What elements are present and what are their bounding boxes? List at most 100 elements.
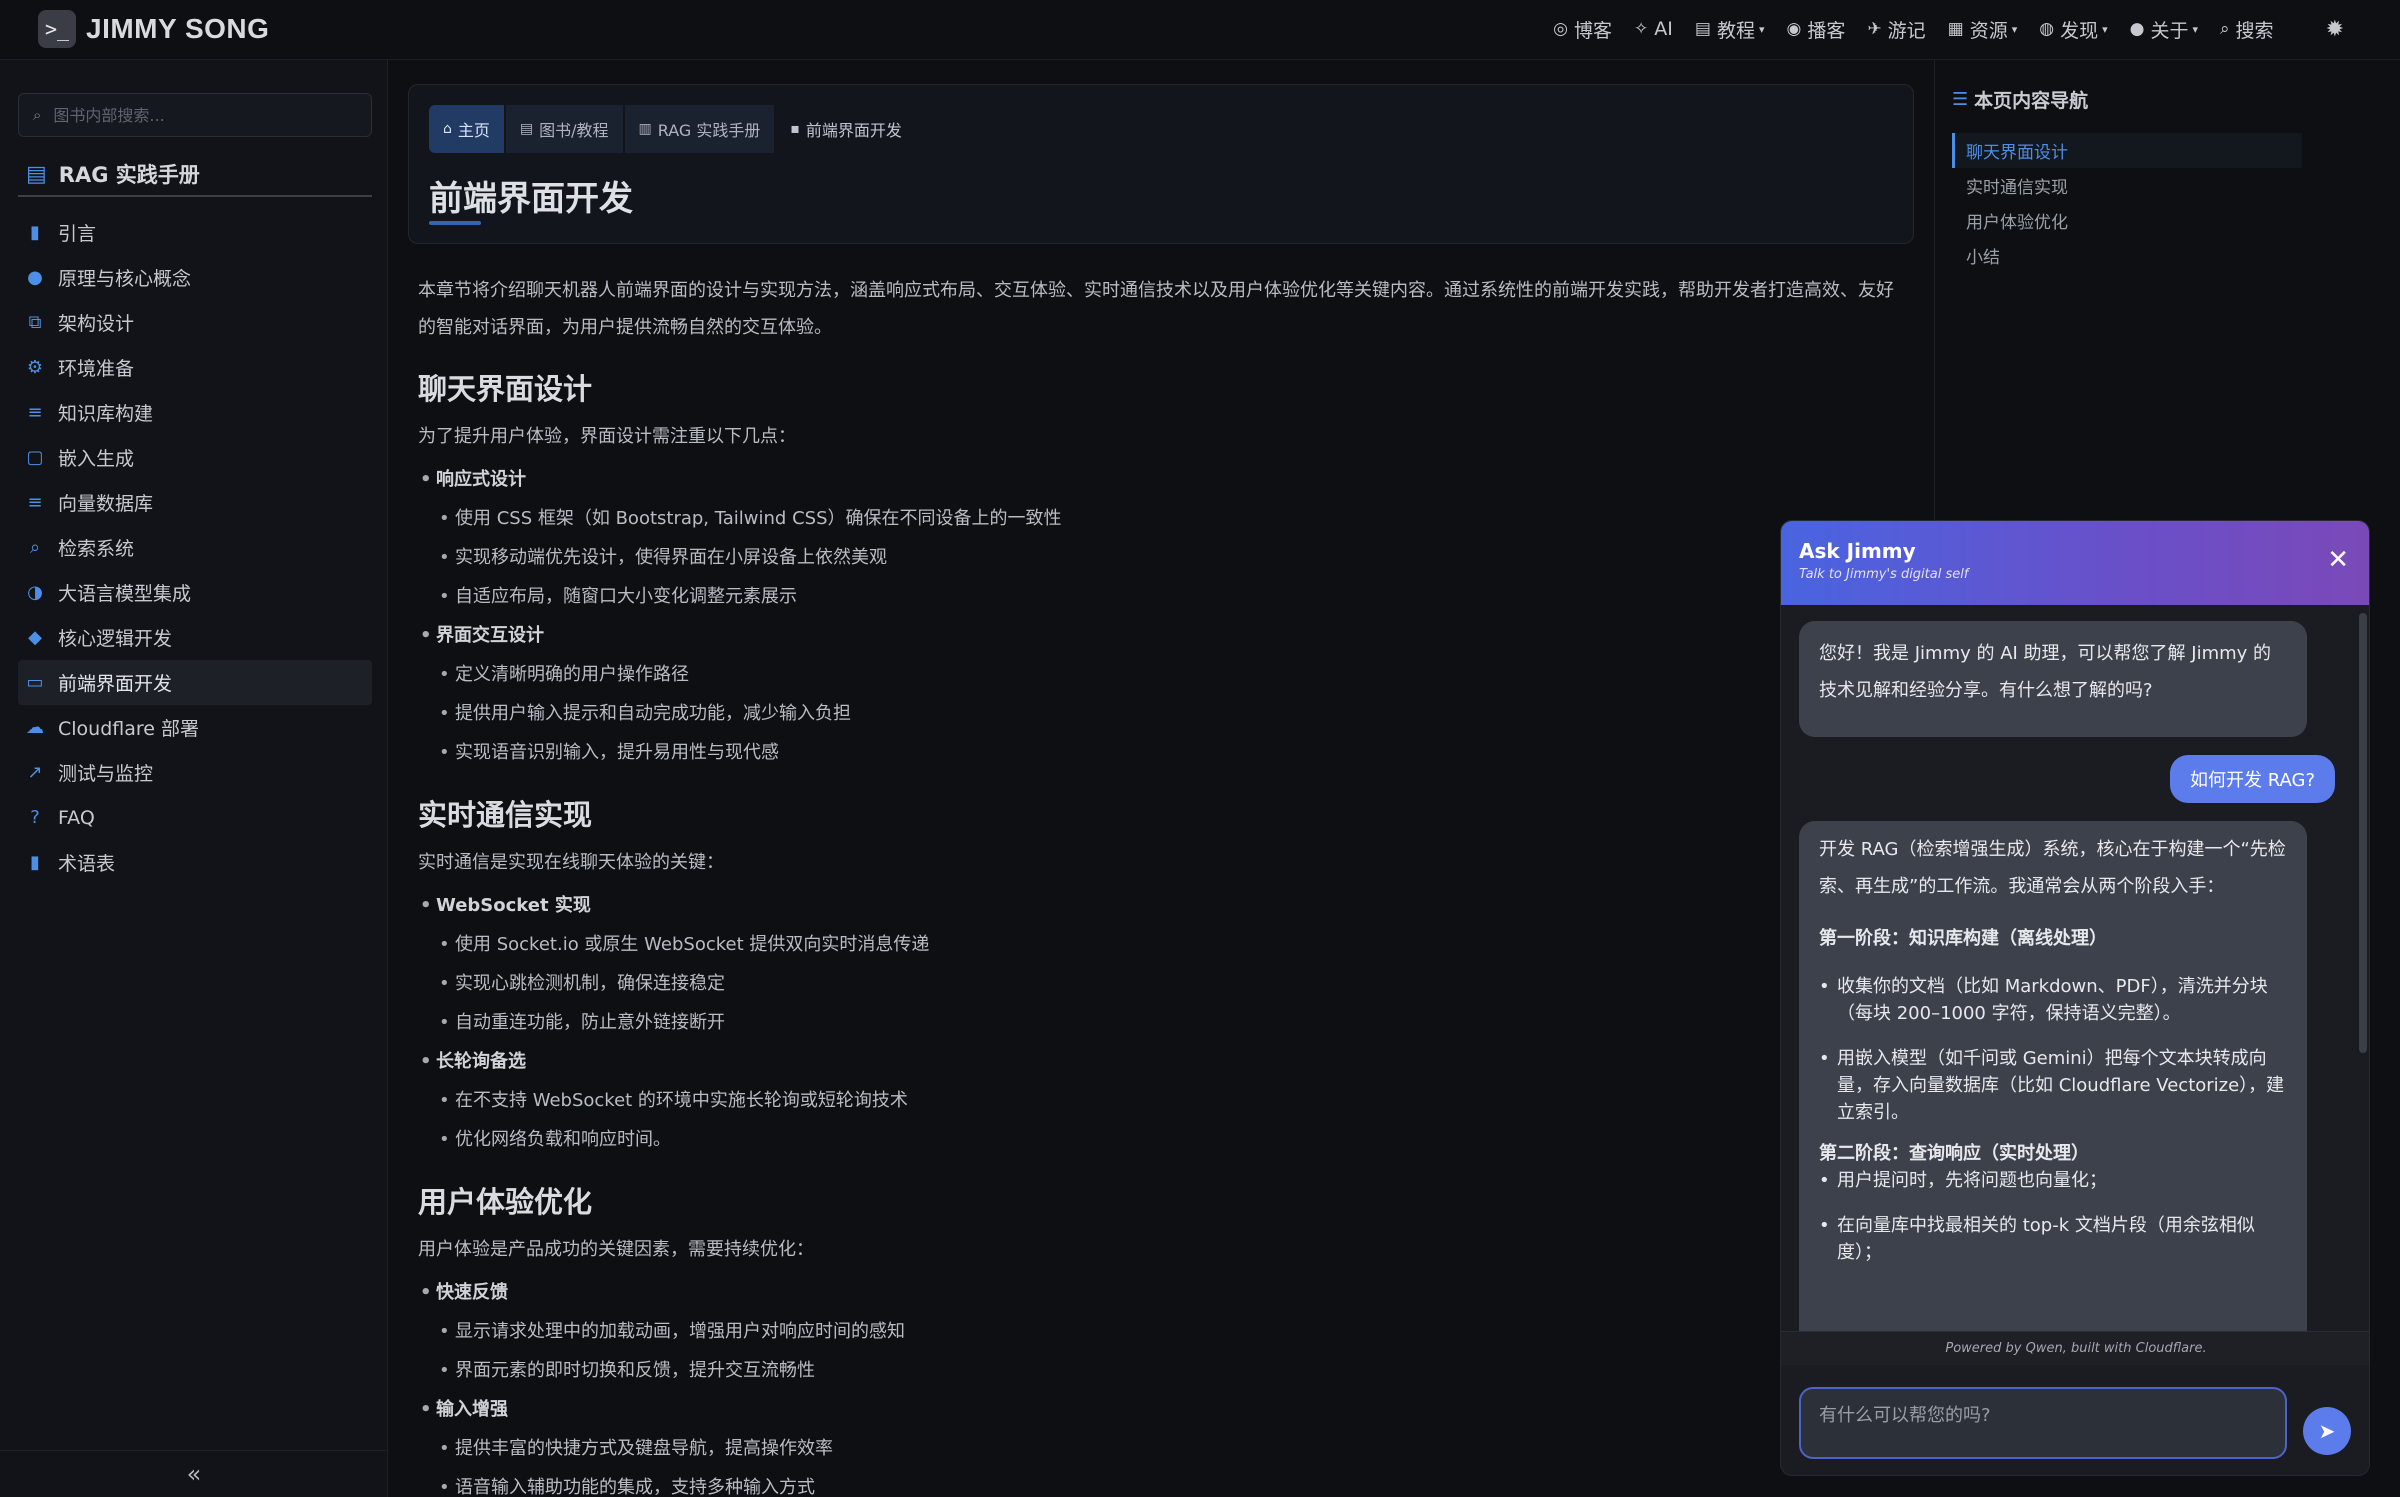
theme-toggle-icon[interactable]: ✹ [2326,17,2344,42]
book-search[interactable]: ⌕ [18,93,372,137]
sidebar-item-5[interactable]: ▢ 嵌入生成 [18,435,372,480]
page-title: 前端界面开发 [429,179,633,219]
bullet-item: 自动重连功能，防止意外链接断开 [418,1003,1908,1042]
chapter-icon: ▮ [30,852,40,873]
chapter-icon: ? [30,807,40,828]
sidebar-item-9[interactable]: ◆ 核心逻辑开发 [18,615,372,660]
chapter-icon: ◆ [28,627,42,648]
chapter-icon: ≡ [27,402,43,423]
book-search-input[interactable] [53,105,344,125]
sidebar-item-label: 大语言模型集成 [58,583,192,605]
site-brand[interactable]: >_ JIMMY SONG [38,10,269,48]
toc-item-3[interactable]: 小结 [1952,238,2302,273]
list-icon: ☰ [1952,89,1969,110]
sidebar-item-label: 测试与监控 [58,763,154,785]
book-title[interactable]: ▤ RAG 实践手册 [18,153,372,197]
sidebar-item-0[interactable]: ▮ 引言 [18,210,372,255]
breadcrumb-icon: ▥ [638,121,652,137]
page-toc: ☰ 本页内容导航 聊天界面设计 实时通信实现 用户体验优化 小结 [1952,86,2302,273]
plane-icon: ✈ [1867,19,1882,39]
breadcrumb-icon: ⌂ [443,121,452,137]
breadcrumb-item-0[interactable]: ⌂ 主页 [429,105,504,153]
chapter-icon: ☁ [26,717,44,738]
terminal-logo-icon: >_ [38,10,76,48]
rss-icon: ◎ [1553,19,1569,39]
sidebar-item-label: 嵌入生成 [58,448,135,470]
nav-label: 关于 [2150,19,2189,42]
sidebar-item-2[interactable]: ⧉ 架构设计 [18,300,372,345]
chapter-list: ▮ 引言 ● 原理与核心概念 ⧉ 架构设计 ⚙ 环境准备 ≡ 知识库构建 ▢ 嵌入生成 ≡ 向量数据库 ⌕ 检… [18,210,372,885]
sidebar-item-14[interactable]: ▮ 术语表 [18,840,372,885]
toc-item-1[interactable]: 实时通信实现 [1952,168,2302,203]
toc-item-2[interactable]: 用户体验优化 [1952,203,2302,238]
nav-item-1[interactable]: ✧ AI [1634,18,1673,40]
bullet-item: 界面元素的即时切换和反馈，提升交互流畅性 [418,1351,1908,1390]
bullet-group: 响应式设计 [418,460,1908,499]
chat-scrollbar[interactable] [2359,613,2367,1053]
user-message: 如何开发 RAG? [2170,755,2335,803]
chevron-down-icon: ▾ [2011,22,2018,36]
nav-item-5[interactable]: ▦ 资源 ▾ [1948,16,2018,43]
podcast-icon: ◉ [1786,19,1802,39]
sidebar-item-label: Cloudflare 部署 [58,718,200,740]
toc-item-0[interactable]: 聊天界面设计 [1952,133,2302,168]
chapter-icon: ⌕ [29,537,41,558]
sidebar-item-3[interactable]: ⚙ 环境准备 [18,345,372,390]
breadcrumb: ⌂ 主页 ▤ 图书/教程 ▥ RAG 实践手册 ▪ 前端界面开发 [429,105,918,153]
sidebar-item-label: 向量数据库 [58,493,154,515]
collapse-sidebar-button[interactable]: « [0,1450,388,1497]
nav-label: 游记 [1887,19,1926,42]
phase2-item: 在向量库中找最相关的 top-k 文档片段（用余弦相似度）； [1819,1212,2287,1266]
chapter-icon: ⧉ [28,312,42,333]
nav-item-3[interactable]: ◉ 播客 [1787,16,1846,43]
sidebar-item-1[interactable]: ● 原理与核心概念 [18,255,372,300]
search-icon: ⌕ [33,106,42,124]
section-heading: 聊天界面设计 [418,372,593,406]
sidebar-item-12[interactable]: ↗ 测试与监控 [18,750,372,795]
nav-label: 资源 [1969,19,2008,42]
sidebar-item-11[interactable]: ☁ Cloudflare 部署 [18,705,372,750]
phase1-item: 收集你的文档（比如 Markdown、PDF），清洗并分块（每块 200–100… [1819,973,2287,1027]
nav-item-4[interactable]: ✈ 游记 [1867,16,1925,43]
bullet-item: 实现移动端优先设计，使得界面在小屏设备上依然美观 [418,538,1908,577]
sidebar-item-4[interactable]: ≡ 知识库构建 [18,390,372,435]
nav-item-6[interactable]: ◍ 发现 ▾ [2039,16,2107,43]
send-button[interactable]: ➤ [2303,1407,2351,1455]
nav-item-8[interactable]: ⌕ 搜索 [2220,16,2274,43]
breadcrumb-item-1[interactable]: ▤ 图书/教程 [505,105,623,153]
phase2-item: 用户提问时，先将问题也向量化； [1819,1167,2287,1194]
bullet-item: 实现语音识别输入，提升易用性与现代感 [418,733,1908,772]
toc-list: 聊天界面设计 实时通信实现 用户体验优化 小结 [1952,133,2302,273]
bot-message-greeting: 您好！我是 Jimmy 的 AI 助理，可以帮您了解 Jimmy 的技术见解和经… [1799,621,2307,737]
chat-message-input[interactable] [1799,1387,2287,1459]
nav-item-0[interactable]: ◎ 博客 [1553,16,1612,43]
archive-icon: ▦ [1947,19,1964,39]
sidebar-item-label: 原理与核心概念 [58,268,192,290]
nav-item-2[interactable]: ▤ 教程 ▾ [1695,16,1765,43]
user-icon: ● [2129,19,2145,39]
reply-intro: 开发 RAG（检索增强生成）系统，核心在于构建一个“先检索、再生成”的工作流。我… [1819,839,2286,897]
section-lead: 为了提升用户体验，界面设计需注重以下几点： [418,426,796,447]
site-name: JIMMY SONG [86,13,270,44]
sidebar-item-13[interactable]: ? FAQ [18,795,372,840]
chat-messages[interactable]: 您好！我是 Jimmy 的 AI 助理，可以帮您了解 Jimmy 的技术见解和经… [1781,605,2369,1331]
close-icon[interactable]: ✕ [2327,545,2349,575]
sidebar-item-label: FAQ [58,806,95,829]
sidebar-item-label: 前端界面开发 [58,673,173,695]
breadcrumb-item-2[interactable]: ▥ RAG 实践手册 [624,105,775,153]
sidebar-item-label: 架构设计 [58,313,135,335]
sidebar-item-8[interactable]: ◑ 大语言模型集成 [18,570,372,615]
chapter-icon: ● [27,267,43,288]
sidebar-item-7[interactable]: ⌕ 检索系统 [18,525,372,570]
toc-divider [1934,60,1935,520]
sidebar-item-10[interactable]: ▭ 前端界面开发 [18,660,372,705]
page-header-card: ⌂ 主页 ▤ 图书/教程 ▥ RAG 实践手册 ▪ 前端界面开发 前端界面开发 [408,84,1914,244]
sidebar-item-label: 术语表 [58,853,116,875]
bullet-item: 实现心跳检测机制，确保连接稳定 [418,964,1908,1003]
chapter-icon: ⚙ [26,357,44,378]
sidebar-item-6[interactable]: ≡ 向量数据库 [18,480,372,525]
intro-paragraph: 本章节将介绍聊天机器人前端界面的设计与实现方法，涵盖响应式布局、交互体验、实时通… [418,280,1894,338]
nav-item-7[interactable]: ● 关于 ▾ [2130,16,2198,43]
breadcrumb-item-3[interactable]: ▪ 前端界面开发 [776,105,916,153]
chapter-icon: ↗ [27,762,43,783]
